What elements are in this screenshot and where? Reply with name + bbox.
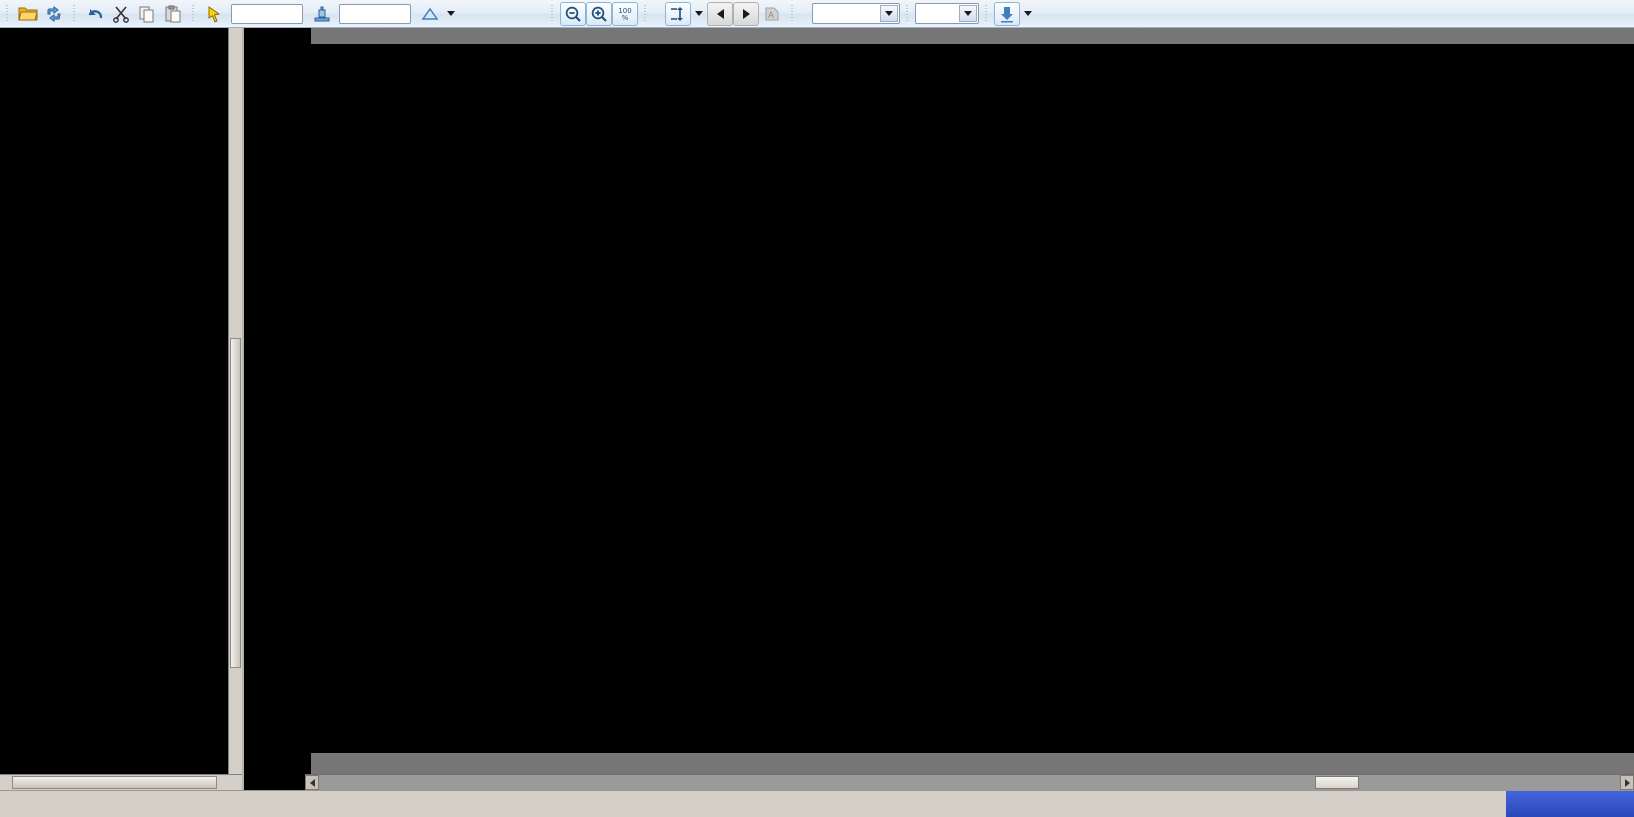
time-value-input-2[interactable] — [339, 3, 411, 24]
undo-icon[interactable] — [82, 2, 108, 26]
chevron-down-icon-goto[interactable] — [880, 5, 898, 22]
time-ruler-bottom[interactable] — [311, 753, 1634, 774]
main-toolbar: 100% A — [0, 0, 1634, 28]
zoom-out-icon[interactable] — [560, 1, 586, 26]
names-scrollbar-thumb[interactable] — [230, 338, 241, 668]
svg-text:A: A — [768, 11, 775, 21]
names-horizontal-scrollbar[interactable] — [0, 774, 242, 790]
toolbar-separator-5 — [641, 3, 650, 25]
folder-open-icon[interactable] — [15, 2, 41, 26]
toolbar-separator-8 — [982, 3, 991, 25]
previous-transition-icon[interactable] — [707, 1, 733, 26]
status-bar — [0, 790, 1634, 817]
reload-icon[interactable] — [41, 2, 67, 26]
insert-marker-icon[interactable] — [994, 1, 1020, 26]
names-vertical-scrollbar[interactable] — [228, 28, 242, 774]
triangle-icon[interactable] — [417, 2, 443, 26]
toolbar-separator-3 — [189, 3, 198, 25]
marker-label-row — [311, 44, 1634, 58]
cut-icon[interactable] — [108, 2, 134, 26]
toolbar-separator-7 — [903, 3, 912, 25]
pointer-icon[interactable] — [201, 2, 227, 26]
zoom-100-percent-icon[interactable]: 100% — [612, 1, 638, 26]
wave-scrollbar-thumb[interactable] — [1315, 776, 1359, 789]
scroll-right-arrow-icon[interactable] — [1620, 775, 1634, 790]
svg-text:%: % — [622, 14, 629, 22]
chevron-down-icon-triangle[interactable] — [443, 2, 459, 26]
chevron-down-icon-secondary[interactable] — [959, 5, 977, 22]
wave-horizontal-scrollbar[interactable] — [305, 774, 1634, 790]
chevron-down-icon-by[interactable] — [691, 2, 707, 26]
waveform-pane[interactable] — [305, 28, 1634, 784]
names-hscrollbar-thumb[interactable] — [12, 776, 217, 789]
secondary-combo[interactable] — [915, 3, 979, 24]
stamp-icon[interactable] — [309, 2, 335, 26]
status-bar-left — [0, 791, 1506, 817]
toolbar-separator-1 — [3, 3, 12, 25]
goto-combo[interactable] — [812, 3, 900, 24]
status-bar-progress — [1506, 791, 1634, 817]
toolbar-separator-2 — [70, 3, 79, 25]
waveform-canvas — [305, 28, 1634, 784]
time-ruler-top[interactable] — [311, 28, 1634, 44]
toolbar-separator-6 — [788, 3, 797, 25]
toolbar-separator-4 — [548, 3, 557, 25]
scroll-left-arrow-icon[interactable] — [305, 775, 319, 790]
time-value-input-1[interactable] — [231, 3, 303, 24]
signal-names-pane[interactable] — [0, 28, 228, 784]
next-transition-icon[interactable] — [733, 1, 759, 26]
zoom-in-icon[interactable] — [586, 1, 612, 26]
paste-icon[interactable] — [160, 2, 186, 26]
copy-icon[interactable] — [134, 2, 160, 26]
signal-values-pane — [244, 28, 305, 784]
annotation-icon[interactable]: A — [759, 2, 785, 26]
edge-transition-icon[interactable] — [665, 1, 691, 26]
chevron-down-icon-marker[interactable] — [1020, 2, 1036, 26]
